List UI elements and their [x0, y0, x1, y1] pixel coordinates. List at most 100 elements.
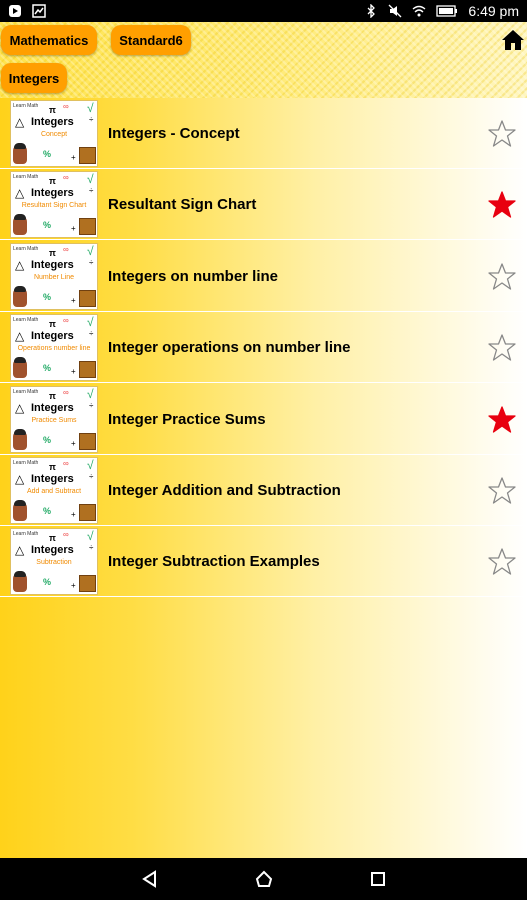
topic-label[interactable]: Integer operations on number line [108, 312, 351, 383]
thumb-tag: Learn Math [13, 245, 39, 252]
infinity-icon: ∞ [63, 316, 69, 326]
back-icon[interactable] [140, 869, 160, 889]
nav-bar [0, 858, 527, 900]
status-bar: 6:49 pm [0, 0, 527, 22]
topic-thumbnail: Learn Math △ π ∞ √ ÷ Integers Add and Su… [10, 457, 98, 524]
triangle-icon: △ [15, 257, 25, 272]
book-icon [79, 432, 96, 450]
favorite-star-empty-icon[interactable] [487, 262, 517, 292]
division-icon: ÷ [89, 400, 94, 410]
teacher-avatar-icon [13, 214, 27, 236]
sqrt-icon: √ [87, 529, 94, 544]
book-icon [79, 218, 96, 236]
home-nav-icon[interactable] [254, 869, 274, 889]
topic-label[interactable]: Integers - Concept [108, 98, 240, 169]
list-item[interactable]: Learn Math △ π ∞ √ ÷ Integers Concept % … [0, 98, 527, 169]
plus-icon: + [71, 581, 76, 591]
percent-icon: % [43, 506, 52, 516]
thumb-subtitle: Subtraction [36, 559, 72, 567]
mute-icon [388, 4, 402, 18]
plus-icon: + [71, 224, 76, 234]
topic-label[interactable]: Integer Subtraction Examples [108, 526, 320, 597]
percent-icon: % [43, 577, 52, 588]
thumb-subtitle: Concept [40, 131, 68, 138]
topic-label[interactable]: Integer Practice Sums [108, 384, 266, 455]
thumb-tag: Learn Math [13, 460, 39, 466]
thumb-subtitle: Add and Subtract [26, 488, 82, 495]
pi-icon: π [49, 390, 56, 401]
sqrt-icon: √ [87, 172, 94, 187]
infinity-icon: ∞ [63, 459, 69, 468]
battery-icon [436, 5, 458, 17]
division-icon: ÷ [89, 472, 94, 481]
infinity-icon: ∞ [63, 530, 69, 540]
topic-thumbnail: Learn Math △ π ∞ √ ÷ Integers Number Lin… [10, 242, 98, 310]
sqrt-icon: √ [87, 243, 94, 258]
pi-icon: π [49, 105, 56, 115]
thumb-title: Integers [31, 258, 74, 271]
list-item[interactable]: Learn Math △ π ∞ √ ÷ Integers Number Lin… [0, 241, 527, 312]
teacher-avatar-icon [13, 428, 27, 450]
thumb-title: Integers [31, 187, 74, 200]
breadcrumb-mathematics[interactable]: Mathematics [1, 25, 97, 55]
thumb-tag: Learn Math [13, 531, 39, 538]
topic-thumbnail: Learn Math △ π ∞ √ ÷ Integers Practice S… [10, 385, 98, 453]
list-item[interactable]: Learn Math △ π ∞ √ ÷ Integers Operations… [0, 312, 527, 384]
pi-icon: π [49, 462, 56, 472]
topic-thumbnail: Learn Math △ π ∞ √ ÷ Integers Subtractio… [10, 528, 98, 596]
topic-label[interactable]: Integer Addition and Subtraction [108, 455, 341, 526]
topic-label[interactable]: Integers on number line [108, 241, 278, 312]
percent-icon: % [43, 291, 52, 302]
bluetooth-icon [367, 4, 376, 18]
thumb-title: Integers [31, 330, 74, 343]
thumb-subtitle: Number Line [33, 273, 75, 281]
book-icon [79, 504, 96, 521]
breadcrumb-standard6[interactable]: Standard6 [111, 25, 191, 55]
plus-icon: + [71, 153, 76, 162]
thumb-title: Integers [31, 401, 74, 414]
header: Mathematics Standard6 Integers [0, 22, 527, 98]
teacher-avatar-icon [13, 357, 27, 379]
sqrt-icon: √ [87, 458, 94, 472]
sqrt-icon: √ [87, 386, 94, 401]
percent-icon: % [43, 434, 52, 445]
recents-icon[interactable] [368, 869, 388, 889]
plus-icon: + [71, 438, 76, 448]
status-time: 6:49 pm [468, 3, 519, 19]
list-item[interactable]: Learn Math △ π ∞ √ ÷ Integers Add and Su… [0, 455, 527, 526]
favorite-star-empty-icon[interactable] [487, 476, 517, 506]
thumb-tag: Learn Math [13, 317, 39, 324]
pi-icon: π [49, 176, 56, 187]
favorite-star-empty-icon[interactable] [487, 119, 517, 149]
sqrt-icon: √ [87, 315, 94, 330]
triangle-icon: △ [15, 115, 25, 129]
favorite-star-filled-icon[interactable] [487, 190, 517, 220]
plus-icon: + [71, 510, 76, 519]
sqrt-icon: √ [87, 101, 94, 115]
thumb-subtitle: Practice Sums [31, 416, 77, 424]
triangle-icon: △ [15, 329, 25, 344]
book-icon [79, 575, 96, 593]
pi-icon: π [49, 533, 56, 544]
topic-thumbnail: Learn Math △ π ∞ √ ÷ Integers Resultant … [10, 171, 98, 239]
list-item[interactable]: Learn Math △ π ∞ √ ÷ Integers Resultant … [0, 169, 527, 241]
thumb-title: Integers [31, 473, 74, 485]
division-icon: ÷ [89, 543, 94, 553]
list-item[interactable]: Learn Math △ π ∞ √ ÷ Integers Subtractio… [0, 526, 527, 598]
topic-label[interactable]: Resultant Sign Chart [108, 169, 256, 240]
plus-icon: + [71, 367, 76, 377]
breadcrumb-integers[interactable]: Integers [1, 63, 67, 93]
favorite-star-empty-icon[interactable] [487, 547, 517, 577]
teacher-avatar-icon [13, 285, 27, 307]
infinity-icon: ∞ [63, 244, 69, 254]
division-icon: ÷ [89, 186, 94, 196]
percent-icon: % [43, 363, 52, 374]
infinity-icon: ∞ [63, 387, 69, 397]
list-item[interactable]: Learn Math △ π ∞ √ ÷ Integers Practice S… [0, 384, 527, 455]
teacher-avatar-icon [13, 143, 27, 164]
favorite-star-empty-icon[interactable] [487, 333, 517, 363]
home-icon[interactable] [501, 28, 525, 52]
infinity-icon: ∞ [63, 102, 69, 111]
thumb-subtitle: Resultant Sign Chart [21, 202, 87, 210]
favorite-star-filled-icon[interactable] [487, 405, 517, 435]
